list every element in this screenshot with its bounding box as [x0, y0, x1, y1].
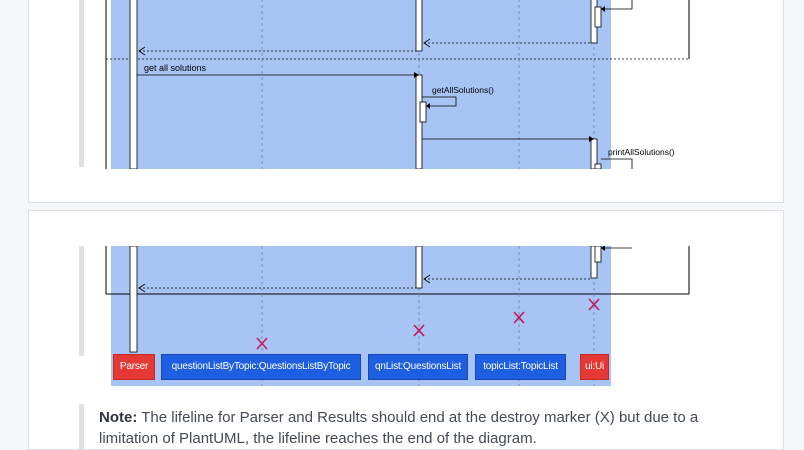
sequence-diagram-bottom: Parser questionListByTopic:QuestionsList…	[104, 246, 724, 386]
blockquote-bar	[79, 0, 84, 167]
participant-qnlist: qnList:QuestionsList	[368, 354, 468, 380]
note-text: The lifeline for Parser and Results shou…	[99, 409, 699, 447]
blockquote-bar	[79, 246, 84, 356]
sequence-diagram-top: get all solutions getAllSolutions() prin…	[104, 0, 724, 169]
message-get-all-solutions: get all solutions	[144, 63, 207, 73]
note-block: Note: The lifeline for Parser and Result…	[99, 407, 739, 449]
message-get-all-solutions-call: getAllSolutions()	[432, 85, 494, 95]
note-heading: Note:	[99, 409, 138, 426]
diagram-card-top: get all solutions getAllSolutions() prin…	[28, 0, 784, 203]
message-print-all-solutions: printAllSolutions()	[608, 147, 675, 157]
participant-questionlistbytopic: questionListByTopic:QuestionsListByTopic	[161, 354, 361, 380]
note-blockquote-bar	[79, 404, 84, 449]
participant-parser: Parser	[113, 354, 155, 380]
diagram-background	[111, 0, 611, 169]
participant-ui: ui:Ui	[580, 354, 609, 380]
participant-topiclist: topicList:TopicList	[475, 354, 566, 380]
diagram-card-bottom: Parser questionListByTopic:QuestionsList…	[28, 210, 784, 450]
